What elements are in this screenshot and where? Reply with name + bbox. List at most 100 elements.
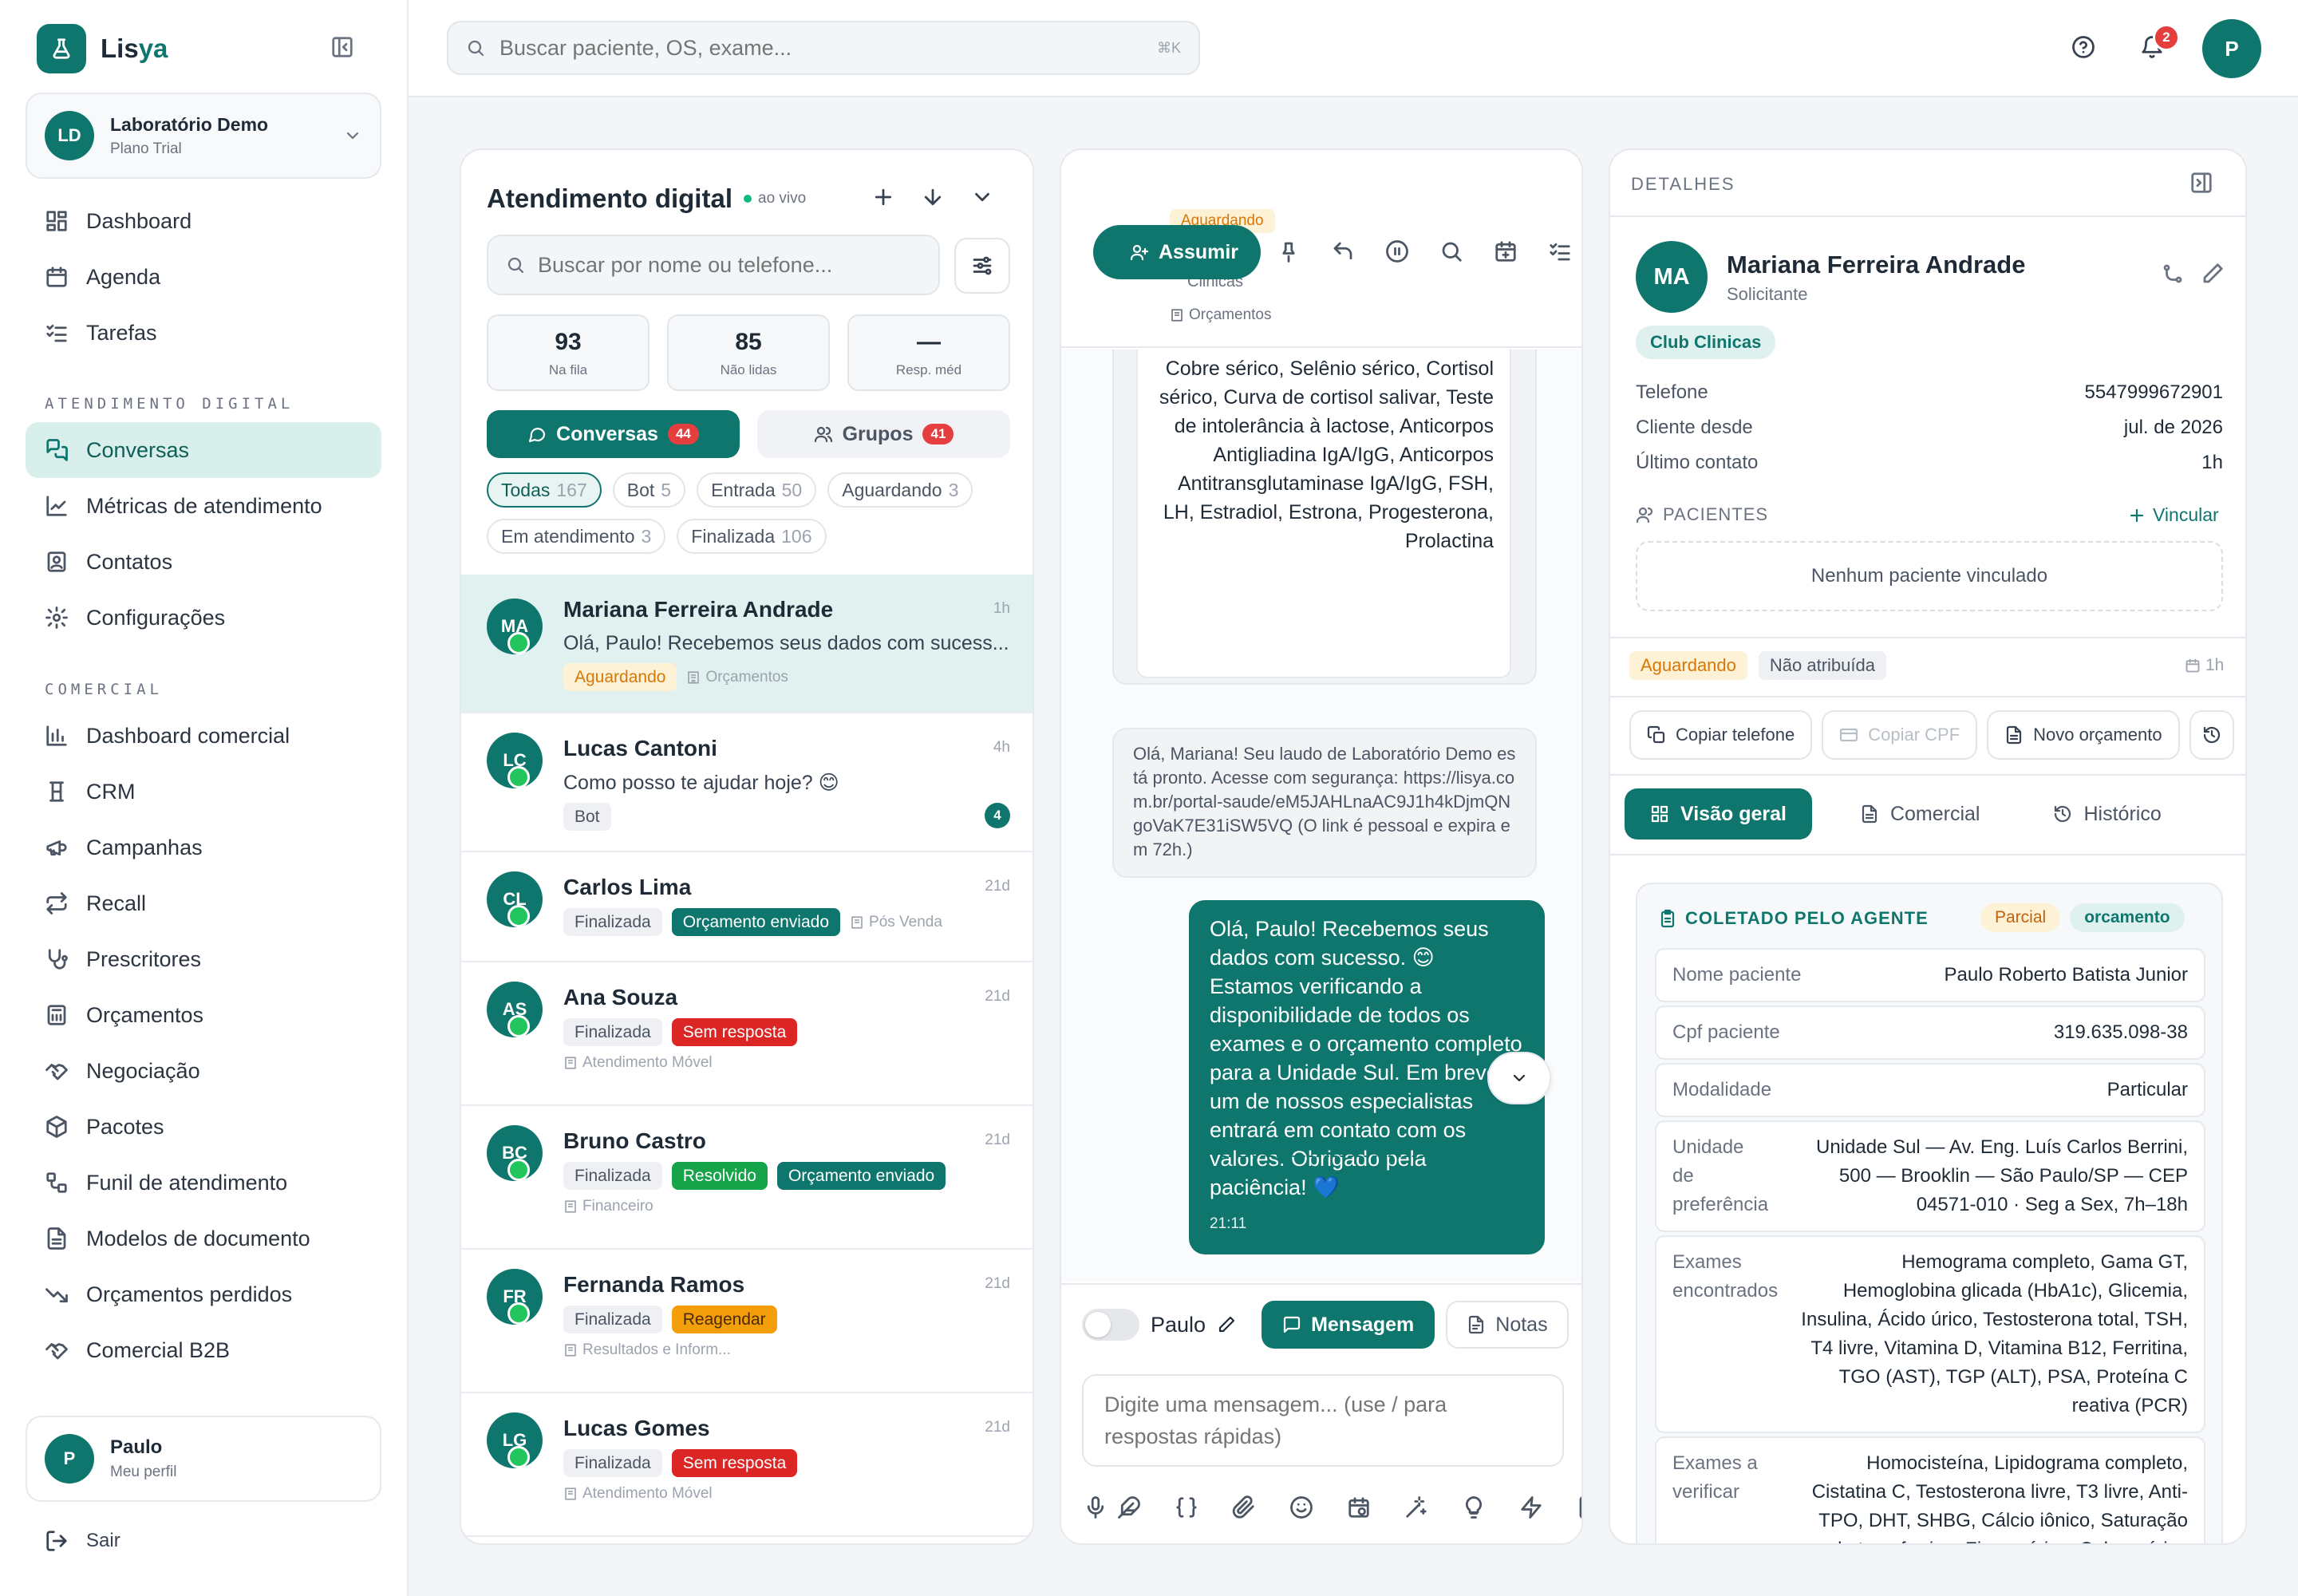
mode-label: Notas	[1495, 1313, 1548, 1336]
tab-conversas[interactable]: Conversas 44	[487, 410, 740, 458]
nav-item-negociacao[interactable]: Negociação	[26, 1043, 381, 1099]
nav-item-tarefas[interactable]: Tarefas	[26, 305, 381, 361]
calendar-clock-icon[interactable]	[1347, 1495, 1371, 1519]
details-title: DETALHES	[1631, 174, 1735, 194]
contact-name: Lucas Gomes	[563, 1416, 710, 1440]
patient-role: Solicitante	[1727, 284, 1808, 304]
nav-item-funil[interactable]: Funil de atendimento	[26, 1155, 381, 1211]
brand[interactable]: Lisya	[37, 24, 168, 73]
search-icon[interactable]	[1439, 239, 1463, 263]
user-avatar[interactable]: P	[2202, 19, 2261, 78]
logout-button[interactable]: Sair	[45, 1529, 120, 1553]
conversation-item[interactable]: CL Carlos Lima 21d Finalizada Orçamento …	[461, 852, 1033, 962]
braces-icon[interactable]	[1175, 1495, 1198, 1519]
nav-item-configuracoes[interactable]: Configurações	[26, 590, 381, 646]
conversation-item[interactable]: MA Mariana Ferreira Andrade 1h Olá, Paul…	[461, 575, 1033, 713]
queue-meta: Atendimento Móvel	[563, 1485, 713, 1503]
status-tag: Orçamento enviado	[776, 1162, 946, 1191]
nav-item-contatos[interactable]: Contatos	[26, 534, 381, 590]
filter-todas[interactable]: Todas 167	[487, 472, 602, 508]
document-icon[interactable]	[1577, 1495, 1583, 1519]
merge-icon[interactable]	[2161, 262, 2185, 286]
scroll-down-button[interactable]	[1487, 1052, 1551, 1104]
club-badge: Club Clinicas	[1636, 326, 1776, 359]
tab-comercial[interactable]: Comercial	[1834, 788, 2006, 839]
lightbulb-icon[interactable]	[1462, 1495, 1486, 1519]
reply-icon[interactable]	[1331, 239, 1355, 263]
building-icon	[565, 1487, 576, 1500]
checklist-icon[interactable]	[1548, 239, 1572, 263]
nav-item-agenda[interactable]: Agenda	[26, 249, 381, 305]
shortcut-hint: ⌘K	[1156, 39, 1181, 56]
tab-grupos[interactable]: Grupos 41	[757, 410, 1010, 458]
global-search-input[interactable]	[499, 35, 1143, 61]
filter-entrada[interactable]: Entrada 50	[697, 472, 817, 508]
chevron-down-icon[interactable]	[970, 185, 994, 209]
pause-icon[interactable]	[1385, 239, 1409, 263]
arrow-down-icon[interactable]	[921, 185, 945, 209]
nav-item-crm[interactable]: CRM	[26, 764, 381, 820]
paperclip-icon[interactable]	[1232, 1495, 1256, 1519]
mode-notes-button[interactable]: Notas	[1446, 1301, 1569, 1349]
nav-item-campanhas[interactable]: Campanhas	[26, 820, 381, 875]
filter-finalizada[interactable]: Finalizada 106	[677, 519, 827, 554]
message-input[interactable]	[1082, 1374, 1564, 1467]
conversation-item[interactable]: LC Lucas Cantoni 4h Como posso te ajudar…	[461, 713, 1033, 852]
filter-em-atendimento[interactable]: Em atendimento 3	[487, 519, 666, 554]
collapse-sidebar-icon[interactable]	[330, 35, 354, 59]
profile-name: Paulo	[110, 1436, 163, 1458]
field-value: Unidade Sul — Av. Eng. Luís Carlos Berri…	[1815, 1136, 2188, 1215]
copy-phone-button[interactable]: Copiar telefone	[1629, 710, 1813, 760]
pencil-icon[interactable]	[1217, 1315, 1236, 1334]
nav-item-recall[interactable]: Recall	[26, 875, 381, 931]
panel-right-close-icon[interactable]	[2189, 171, 2213, 195]
conversation-item[interactable]: FR Fernanda Ramos 21d Finalizada Reagend…	[461, 1250, 1033, 1393]
microphone-icon[interactable]	[1084, 1495, 1108, 1519]
filter-bot[interactable]: Bot 5	[612, 472, 686, 508]
pin-icon[interactable]	[1277, 239, 1301, 263]
nav-item-dashboard-comercial[interactable]: Dashboard comercial	[26, 708, 381, 764]
conversation-item[interactable]: LG Lucas Gomes 21d Finalizada Sem respos…	[461, 1393, 1033, 1537]
tags-meta: Financeiro	[563, 1198, 1012, 1215]
feather-icon[interactable]	[1117, 1495, 1141, 1519]
calendar-plus-icon[interactable]	[1494, 239, 1518, 263]
panel-actions	[871, 185, 994, 209]
notifications-button[interactable]: 2	[2140, 24, 2180, 59]
conversation-search-input[interactable]	[538, 252, 921, 278]
nav-item-pacotes[interactable]: Pacotes	[26, 1099, 381, 1155]
assumir-button[interactable]: Assumir	[1093, 225, 1262, 279]
global-search[interactable]: ⌘K	[447, 21, 1200, 75]
nav-item-prescritores[interactable]: Prescritores	[26, 931, 381, 987]
magic-wand-icon[interactable]	[1404, 1495, 1428, 1519]
nav-item-comercial-b2b[interactable]: Comercial B2B	[26, 1322, 381, 1378]
profile-card[interactable]: P Paulo Meu perfil	[26, 1416, 381, 1502]
tab-historico[interactable]: Histórico	[2028, 788, 2186, 839]
nav-label: Orçamentos	[86, 1002, 204, 1027]
filter-aguardando[interactable]: Aguardando 3	[827, 472, 973, 508]
nav-item-modelos[interactable]: Modelos de documento	[26, 1211, 381, 1266]
conversation-item[interactable]: AS Ana Souza 21d Finalizada Sem resposta…	[461, 962, 1033, 1106]
history-button[interactable]	[2189, 710, 2234, 760]
nav-item-orcamentos[interactable]: Orçamentos	[26, 987, 381, 1043]
help-icon[interactable]	[2071, 35, 2095, 59]
org-switcher[interactable]: LD Laboratório Demo Plano Trial	[26, 93, 381, 179]
conversation-search[interactable]	[487, 235, 940, 295]
vincular-button[interactable]: Vincular	[2127, 504, 2219, 526]
nav-item-orcamentos-perdidos[interactable]: Orçamentos perdidos	[26, 1266, 381, 1322]
tab-visao-geral[interactable]: Visão geral	[1625, 788, 1812, 839]
new-quote-button[interactable]: Novo orçamento	[1987, 710, 2180, 760]
nav-item-dashboard[interactable]: Dashboard	[26, 193, 381, 249]
filter-button[interactable]	[954, 238, 1010, 294]
nav-item-conversas[interactable]: Conversas	[26, 422, 381, 478]
copy-cpf-button[interactable]: Copiar CPF	[1822, 710, 1978, 760]
plus-icon[interactable]	[871, 185, 895, 209]
last-message: Como posso te ajudar hoje? 😊	[563, 772, 839, 794]
emoji-icon[interactable]	[1289, 1495, 1313, 1519]
signature-toggle[interactable]	[1082, 1309, 1139, 1341]
mode-message-button[interactable]: Mensagem	[1262, 1301, 1435, 1349]
section-title-atendimento: ATENDIMENTO DIGITAL	[45, 395, 294, 413]
nav-item-metricas[interactable]: Métricas de atendimento	[26, 478, 381, 534]
conversation-item[interactable]: BC Bruno Castro 21d Finalizada Resolvido…	[461, 1106, 1033, 1250]
lightning-icon[interactable]	[1519, 1495, 1543, 1519]
pencil-icon[interactable]	[2201, 262, 2225, 286]
